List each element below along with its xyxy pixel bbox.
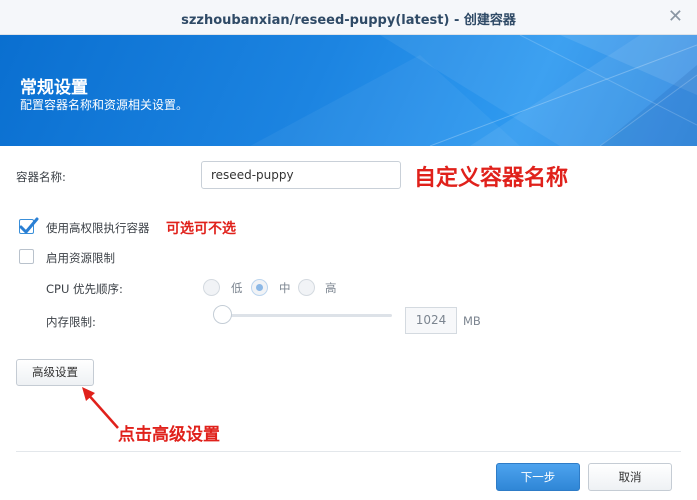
memory-limit-label: 内存限制:	[46, 315, 96, 329]
container-name-label: 容器名称:	[16, 170, 66, 184]
memory-slider-track[interactable]	[214, 314, 392, 317]
page-subtitle: 配置容器名称和资源相关设置。	[20, 98, 189, 112]
container-name-input[interactable]: reseed-puppy	[201, 161, 401, 189]
banner-decoration	[250, 35, 697, 146]
page-title: 常规设置	[20, 78, 88, 98]
cpu-priority-low-radio[interactable]	[203, 279, 220, 296]
cpu-priority-label: CPU 优先顺序:	[46, 282, 123, 296]
resource-limit-checkbox[interactable]	[19, 249, 34, 264]
advanced-hint-annotation: 点击高级设置	[118, 425, 220, 445]
close-icon[interactable]: ✕	[668, 6, 683, 27]
header-banner: 常规设置 配置容器名称和资源相关设置。	[0, 35, 697, 146]
privileged-checkbox[interactable]	[19, 217, 39, 234]
privileged-label[interactable]: 使用高权限执行容器	[46, 220, 150, 236]
cpu-priority-low-label: 低	[231, 281, 243, 295]
name-hint-annotation: 自定义容器名称	[414, 166, 569, 191]
window-titlebar: szzhoubanxian/reseed-puppy(latest) - 创建容…	[0, 0, 697, 35]
memory-unit-label: MB	[463, 314, 481, 328]
checkmark-icon	[19, 217, 39, 234]
cpu-priority-high-radio[interactable]	[298, 279, 315, 296]
advanced-settings-button[interactable]: 高级设置	[16, 359, 94, 386]
privileged-hint-annotation: 可选可不选	[166, 221, 236, 237]
memory-slider-handle[interactable]	[213, 305, 232, 324]
cpu-priority-medium-label: 中	[279, 281, 291, 295]
next-button[interactable]: 下一步	[496, 463, 580, 491]
cpu-priority-high-label: 高	[325, 281, 337, 295]
cpu-priority-medium-radio[interactable]	[251, 279, 268, 296]
cancel-button[interactable]: 取消	[588, 463, 672, 491]
memory-value-field[interactable]: 1024	[405, 307, 457, 334]
footer-divider	[16, 451, 681, 452]
window-title: szzhoubanxian/reseed-puppy(latest) - 创建容…	[181, 13, 516, 28]
resource-limit-label[interactable]: 启用资源限制	[46, 250, 115, 266]
